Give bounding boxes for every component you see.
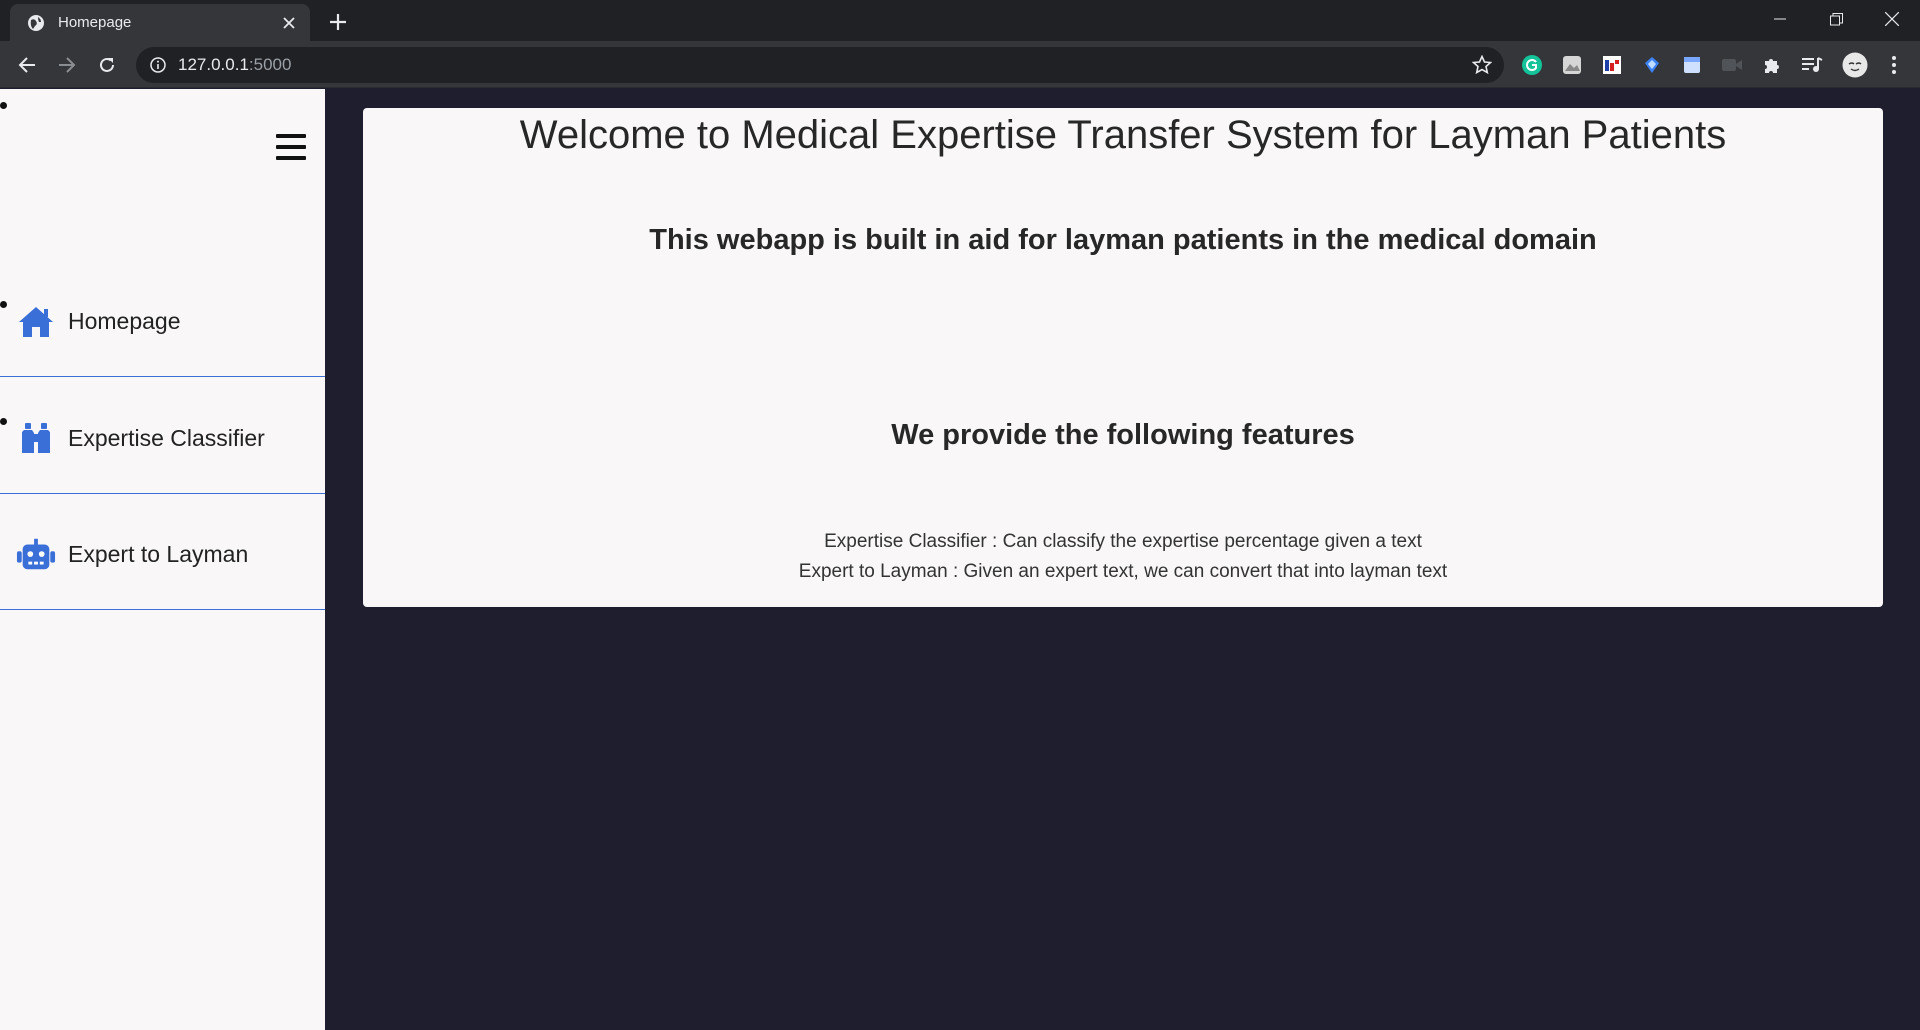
binoculars-icon — [16, 419, 56, 459]
home-icon — [16, 302, 56, 342]
reload-icon[interactable] — [93, 51, 121, 79]
site-info-icon[interactable] — [150, 57, 166, 73]
browser-tabstrip: Homepage — [0, 0, 1920, 41]
sidebar-item-label: Homepage — [68, 308, 181, 334]
video-extension-icon[interactable] — [1721, 54, 1743, 76]
globe-icon — [26, 13, 46, 33]
list-bullet — [0, 418, 7, 425]
feature-item: Expert to Layman : Given an expert text,… — [798, 561, 1448, 582]
new-tab-button[interactable] — [324, 8, 352, 36]
window-controls — [1752, 0, 1920, 41]
tab-title: Homepage — [58, 14, 132, 31]
page-title: Welcome to Medical Expertise Transfer Sy… — [519, 113, 1727, 157]
sidebar-item-expertise-classifier[interactable]: Expertise Classifier — [0, 384, 325, 494]
image-extension-icon[interactable] — [1561, 54, 1583, 76]
list-bullet — [0, 301, 7, 308]
url-host: 127.0.0.1 — [178, 55, 249, 74]
browser-menu-icon[interactable] — [1883, 54, 1905, 76]
sidebar-item-label: Expert to Layman — [68, 541, 249, 567]
close-tab-icon[interactable] — [278, 12, 300, 34]
features-heading: We provide the following features — [891, 419, 1355, 451]
url-port: :5000 — [248, 55, 292, 74]
flag-extension-icon[interactable] — [1601, 54, 1623, 76]
robot-icon — [16, 535, 56, 575]
back-arrow-icon[interactable] — [13, 51, 41, 79]
sidebar-item-label: Expertise Classifier — [68, 425, 265, 451]
page-subtitle: This webapp is built in aid for layman p… — [649, 224, 1597, 256]
profile-avatar-icon[interactable] — [1841, 51, 1869, 79]
sidebar-item-expert-to-layman[interactable]: Expert to Layman — [0, 500, 325, 610]
address-bar[interactable]: 127.0.0.1:5000 — [136, 47, 1504, 83]
restore-icon[interactable] — [1808, 0, 1864, 38]
browser-tab-homepage[interactable]: Homepage — [10, 4, 310, 41]
hamburger-menu-icon[interactable] — [276, 134, 306, 160]
welcome-card: Welcome to Medical Expertise Transfer Sy… — [363, 108, 1883, 607]
list-bullet — [0, 102, 7, 109]
sidebar: Homepage Expertise Classifier Expert to … — [0, 89, 325, 1030]
bookmark-star-icon[interactable] — [1471, 54, 1493, 80]
sidebar-item-homepage[interactable]: Homepage — [0, 267, 325, 377]
close-window-icon[interactable] — [1864, 0, 1920, 38]
minimize-icon[interactable] — [1752, 0, 1808, 38]
page-body: Homepage Expertise Classifier Expert to … — [0, 89, 1920, 1030]
puzzle-extensions-icon[interactable] — [1761, 54, 1783, 76]
shield-extension-icon[interactable] — [1641, 54, 1663, 76]
notes-extension-icon[interactable] — [1681, 54, 1703, 76]
media-queue-icon[interactable] — [1801, 54, 1823, 76]
forward-arrow-icon[interactable] — [53, 51, 81, 79]
browser-toolbar: 127.0.0.1:5000 — [0, 41, 1920, 88]
grammarly-extension-icon[interactable] — [1521, 54, 1543, 76]
feature-item: Expertise Classifier : Can classify the … — [824, 531, 1422, 552]
